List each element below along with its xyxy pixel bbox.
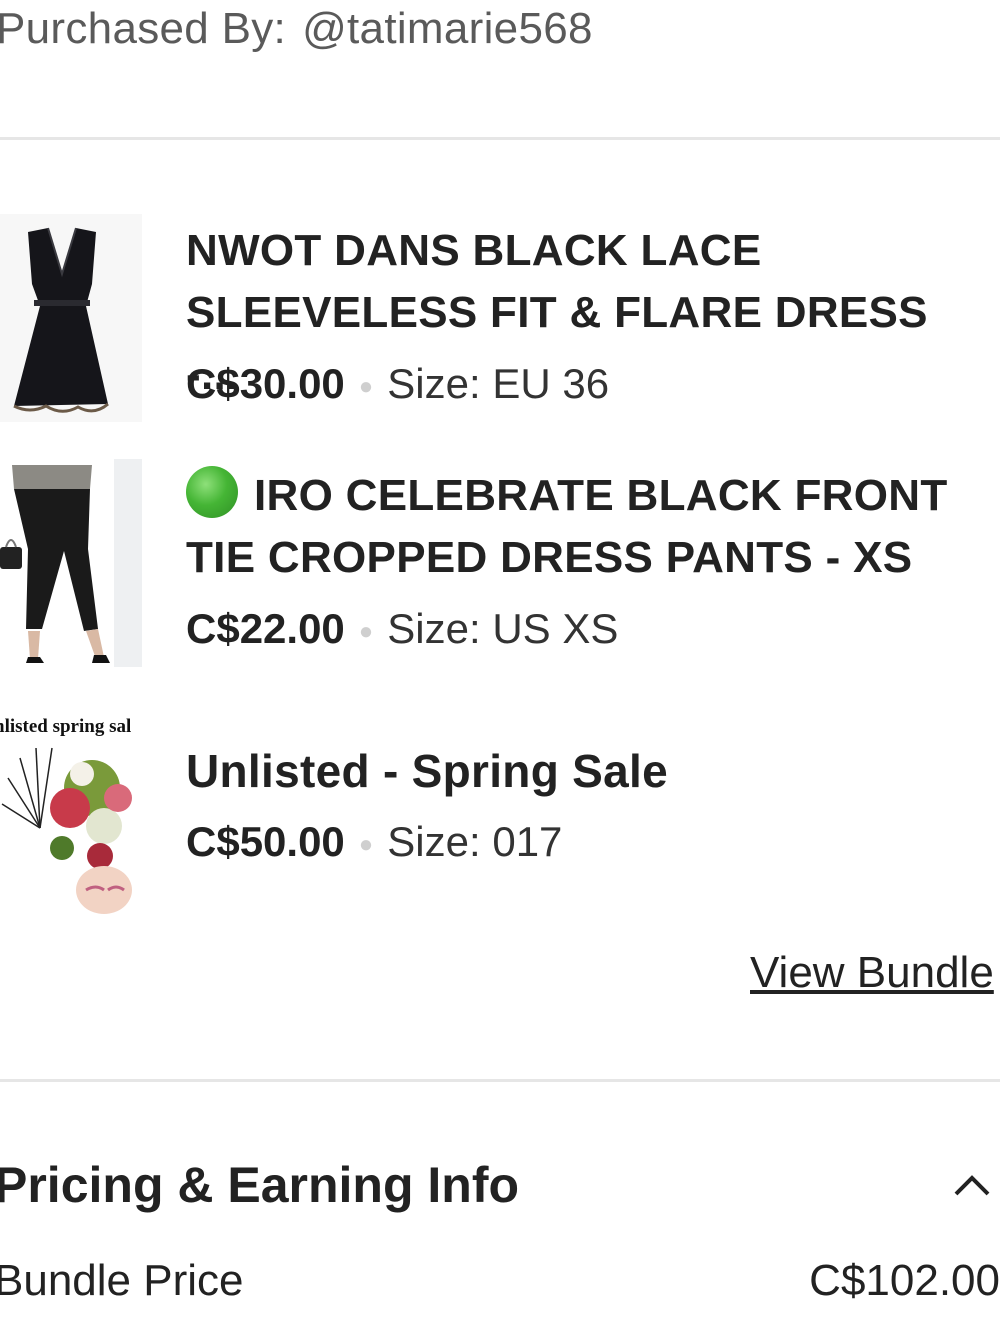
size-label: Size: bbox=[387, 360, 481, 407]
chevron-up-icon[interactable] bbox=[950, 1170, 994, 1200]
item-meta: C$50.00 ● Size: 017 bbox=[186, 818, 562, 866]
item-thumbnail-spring-sale[interactable]: nlisted spring sal bbox=[0, 708, 142, 916]
thumbnail-caption: nlisted spring sal bbox=[0, 716, 131, 737]
separator-dot: ● bbox=[358, 830, 374, 858]
green-circle-icon bbox=[186, 466, 238, 518]
size-value: EU 36 bbox=[492, 360, 610, 407]
item-title-text: IRO CELEBRATE BLACK FRONT TIE CROPPED DR… bbox=[186, 471, 948, 582]
item-price: C$22.00 bbox=[186, 605, 345, 652]
separator-dot: ● bbox=[358, 617, 374, 645]
bundle-price-value: C$102.00 bbox=[809, 1256, 1000, 1305]
spring-sale-floral-image: nlisted spring sal bbox=[0, 708, 142, 916]
purchased-by-label: Purchased By: bbox=[0, 4, 287, 53]
item-thumbnail-dress[interactable] bbox=[0, 214, 142, 422]
divider bbox=[0, 137, 1000, 140]
item-thumbnail-pants[interactable] bbox=[0, 459, 142, 667]
bundle-price-label: Bundle Price bbox=[0, 1256, 244, 1305]
purchased-by: Purchased By: @tatimarie568 bbox=[0, 4, 593, 54]
item-price: C$50.00 bbox=[186, 818, 345, 865]
black-pants-image bbox=[0, 459, 142, 667]
view-bundle-link[interactable]: View Bundle bbox=[750, 948, 994, 998]
black-lace-dress-image bbox=[0, 214, 142, 422]
pricing-section-title[interactable]: Pricing & Earning Info bbox=[0, 1156, 519, 1214]
order-details-page: Purchased By: @tatimarie568 NWOT DANS BLA… bbox=[0, 0, 1000, 1328]
chevron-up-icon-graphic bbox=[954, 1175, 990, 1196]
buyer-handle-link[interactable]: @tatimarie568 bbox=[302, 4, 593, 53]
item-price: C$30.00 bbox=[186, 360, 345, 407]
item-meta: C$30.00 ● Size: EU 36 bbox=[186, 360, 609, 408]
item-meta: C$22.00 ● Size: US XS bbox=[186, 605, 618, 653]
divider bbox=[0, 1079, 1000, 1082]
size-value: 017 bbox=[492, 818, 563, 865]
size-value: US XS bbox=[492, 605, 619, 652]
size-label: Size: bbox=[387, 818, 481, 865]
separator-dot: ● bbox=[358, 372, 374, 400]
size-label: Size: bbox=[387, 605, 481, 652]
item-title[interactable]: IRO CELEBRATE BLACK FRONT TIE CROPPED DR… bbox=[186, 465, 986, 589]
item-title[interactable]: Unlisted - Spring Sale bbox=[186, 740, 986, 802]
